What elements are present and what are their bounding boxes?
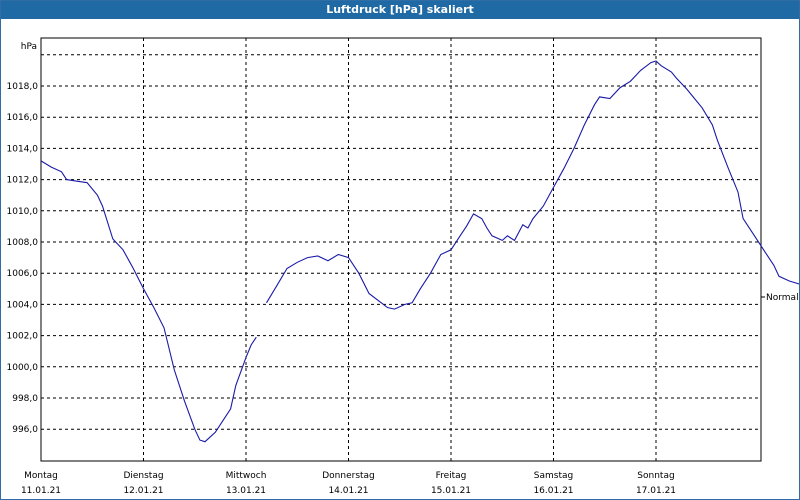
y-tick-label: 1004,0: [7, 300, 39, 310]
series-line: [266, 60, 799, 310]
y-tick-label: 1006,0: [7, 269, 39, 279]
x-tick-date: 15.01.21: [431, 486, 471, 496]
x-tick-day: Dienstag: [123, 471, 163, 481]
y-tick-label: 998,0: [12, 394, 38, 404]
x-tick-day: Sonntag: [637, 471, 674, 481]
x-tick-date: 17.01.21: [636, 486, 676, 496]
pressure-series: [40, 60, 799, 443]
y-tick-label: 1002,0: [7, 332, 39, 342]
y-tick-label: 1018,0: [7, 82, 39, 92]
x-tick-date: 12.01.21: [123, 486, 163, 496]
x-tick-date: 16.01.21: [533, 486, 573, 496]
y-tick-label: 1008,0: [7, 238, 39, 248]
x-tick-day: Montag: [24, 471, 58, 481]
x-tick-date: 11.01.21: [21, 486, 61, 496]
y-tick-label: 1000,0: [7, 363, 39, 373]
series-line: [40, 160, 257, 443]
grid: [41, 38, 761, 461]
x-tick-day: Mittwoch: [226, 471, 267, 481]
y-tick-label: 996,0: [12, 425, 38, 435]
y-tick-label: 1014,0: [7, 144, 39, 154]
x-tick-date: 13.01.21: [226, 486, 266, 496]
x-tick-day: Samstag: [534, 471, 573, 481]
x-tick-day: Donnerstag: [322, 471, 375, 481]
normal-label: Normal: [766, 293, 799, 303]
chart-window: Luftdruck [hPa] skaliert 1018,0 1016,0 101…: [0, 0, 800, 500]
x-tick-date: 14.01.21: [328, 486, 368, 496]
y-axis-unit: hPa: [21, 42, 37, 52]
y-tick-label: 1010,0: [7, 207, 39, 217]
x-tick-day: Freitag: [436, 471, 467, 481]
line-chart: 1018,0 1016,0 1014,0 1012,0 1010,0 1008,0 1006…: [7, 37, 799, 496]
tick-labels: 1018,0 1016,0 1014,0 1012,0 1010,0 1008,0 1006…: [7, 42, 799, 496]
y-tick-label: 1016,0: [7, 113, 39, 123]
y-tick-label: 1012,0: [7, 176, 39, 186]
